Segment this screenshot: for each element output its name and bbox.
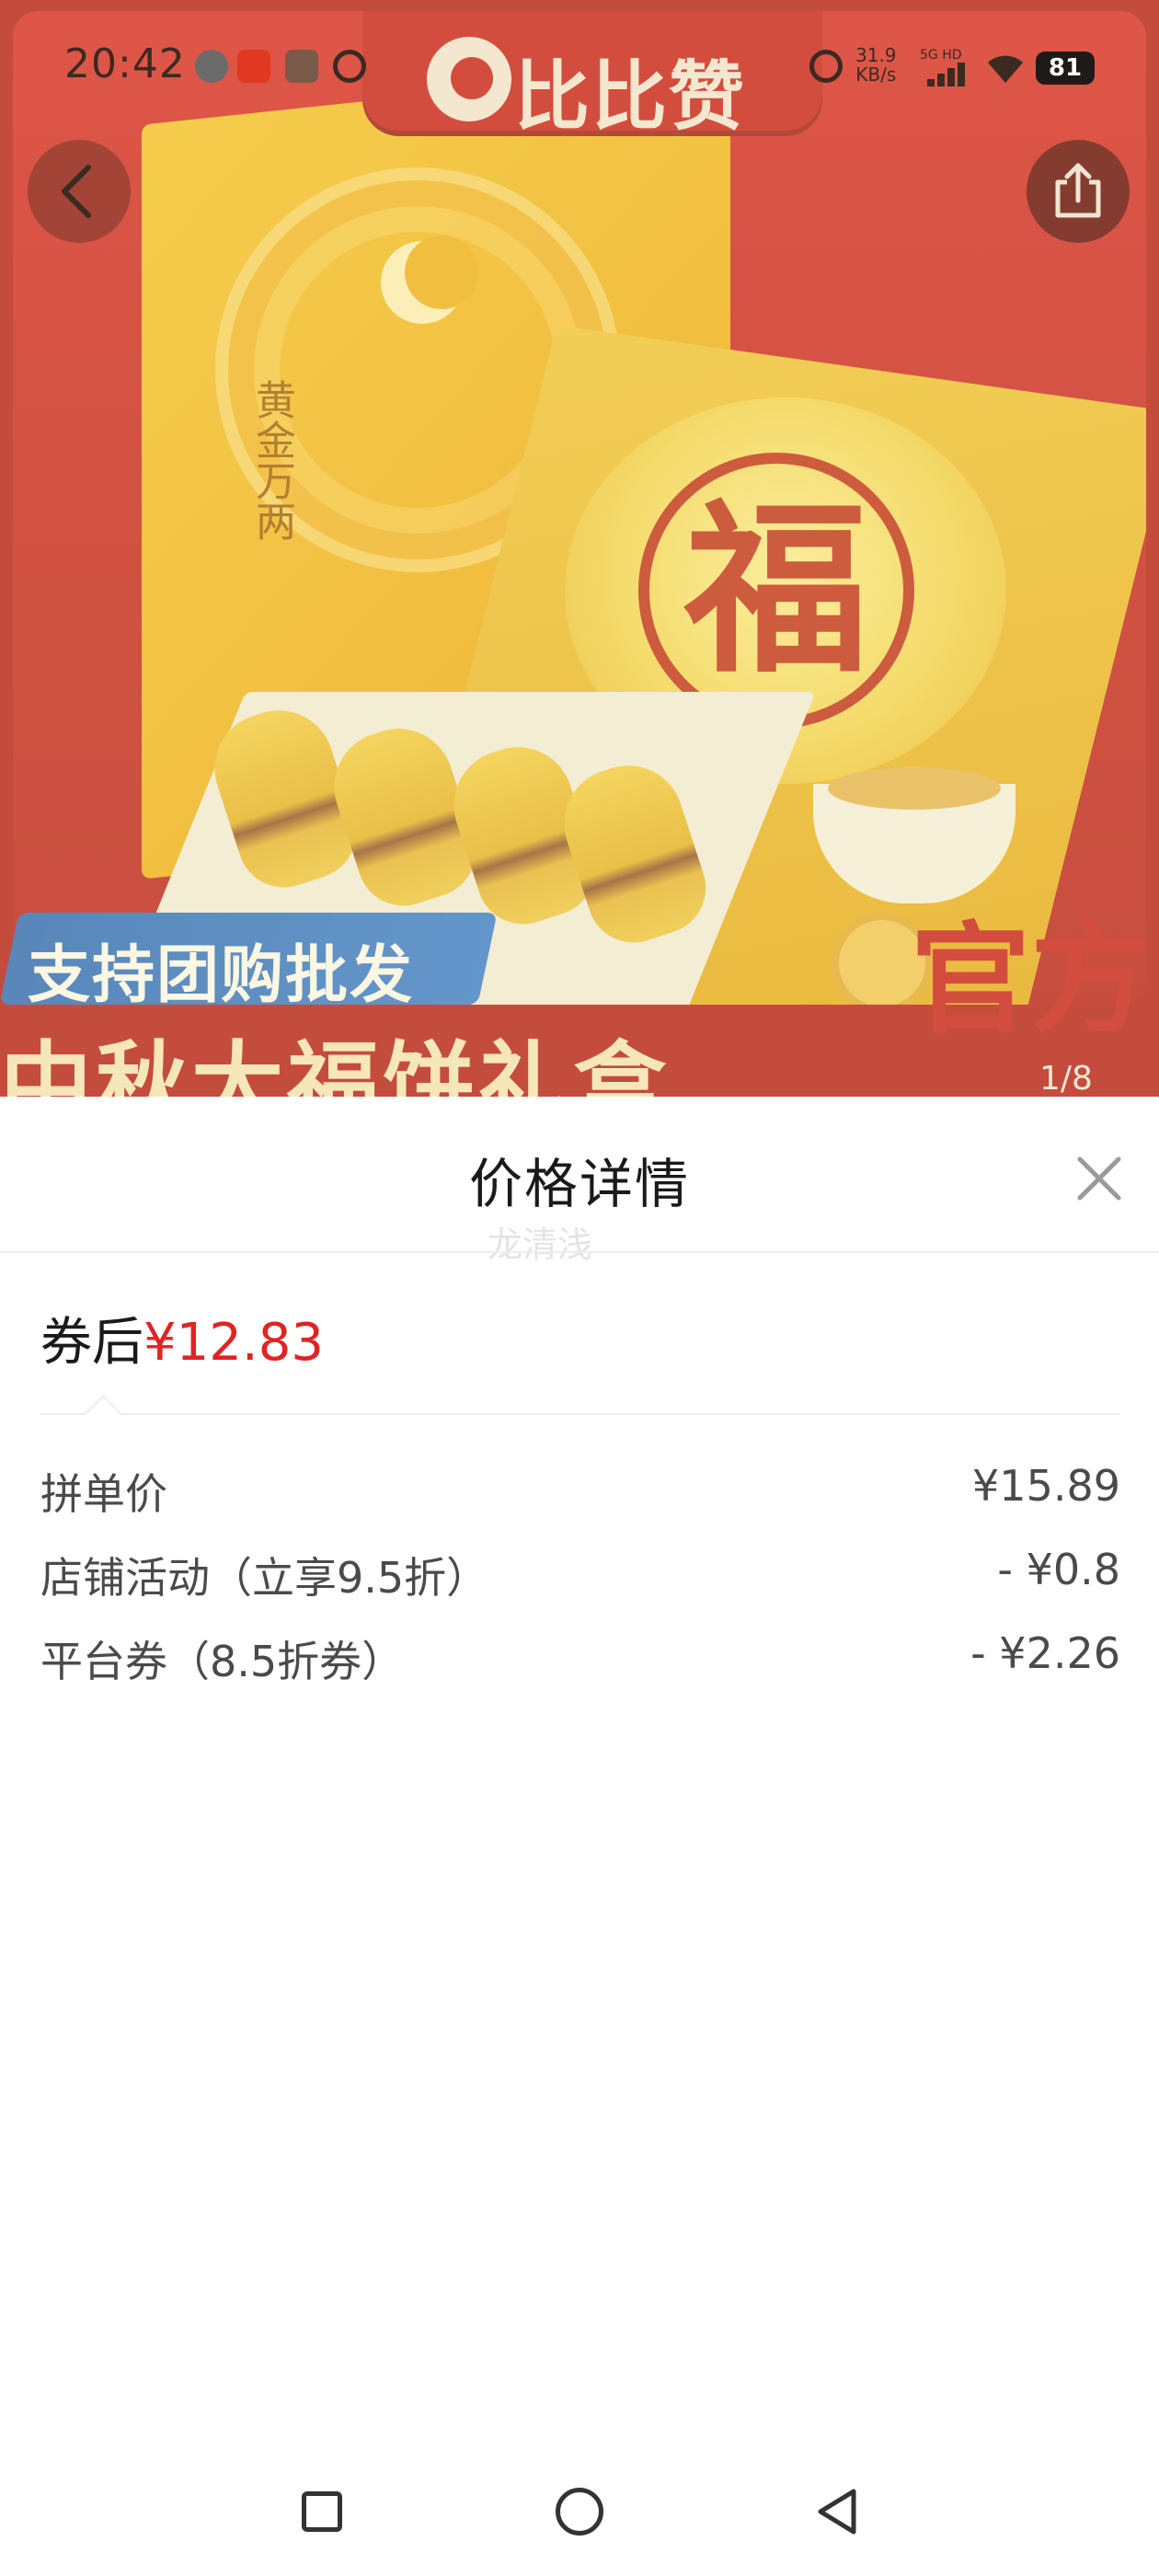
alarm-icon — [809, 50, 843, 83]
price-row: 拼单价 ¥15.89 — [40, 1461, 1120, 1525]
home-button[interactable] — [556, 2488, 603, 2536]
wifi-icon — [988, 55, 1023, 83]
share-icon — [1055, 163, 1101, 218]
network-type: 5G HD — [920, 48, 962, 63]
price-detail-sheet: 价格详情 龙清浅 券后¥12.83 拼单价 ¥15.89 店铺活动（立享9.5折… — [0, 1097, 1159, 2576]
watermark: 龙清浅 — [488, 1225, 593, 1265]
after-coupon-price: 券后¥12.83 — [40, 1301, 324, 1375]
signal-icon — [927, 63, 968, 86]
network-speed-value: 31.9 — [855, 44, 897, 66]
after-coupon-amount: ¥12.83 — [143, 1313, 324, 1373]
network-speed: 31.9 KB/s — [855, 46, 897, 85]
price-row: 店铺活动（立享9.5折） - ¥0.8 — [40, 1545, 1120, 1609]
price-row-value: ¥15.89 — [972, 1461, 1120, 1511]
image-page-indicator: 1/8 — [1039, 1060, 1093, 1097]
game-notification-icon — [285, 50, 318, 83]
network-speed-unit: KB/s — [855, 63, 897, 86]
price-row-label: 拼单价 — [40, 1469, 167, 1519]
price-row-label: 店铺活动（立享9.5折） — [40, 1553, 489, 1603]
price-row-value: - ¥2.26 — [970, 1628, 1120, 1678]
system-nav-bar — [0, 2466, 1159, 2558]
dim-overlay[interactable] — [0, 0, 1159, 1097]
recent-apps-button[interactable] — [302, 2491, 342, 2532]
product-image-carousel[interactable]: 黄金万两 福 比比赞 支持团购批发 官方 中秋大福饼礼盒 20:42 31.9 … — [0, 0, 1159, 1097]
back-button[interactable] — [28, 140, 131, 243]
status-time: 20:42 — [64, 40, 186, 87]
price-row: 平台券（8.5折券） - ¥2.26 — [40, 1628, 1120, 1693]
close-button[interactable] — [1067, 1146, 1131, 1211]
app-notification-icon — [237, 50, 270, 83]
sync-icon — [333, 50, 366, 83]
nav-back-button[interactable] — [813, 2486, 861, 2537]
wechat-icon — [195, 50, 228, 83]
price-row-label: 平台券（8.5折券） — [40, 1637, 405, 1686]
price-divider — [40, 1413, 1120, 1415]
sheet-title: 价格详情 — [468, 1153, 690, 1215]
price-row-value: - ¥0.8 — [997, 1545, 1120, 1594]
chevron-left-icon — [62, 165, 91, 218]
share-button[interactable] — [1027, 140, 1130, 243]
battery-indicator: 81 — [1036, 52, 1095, 85]
divider-notch — [85, 1395, 121, 1432]
close-icon — [1077, 1156, 1121, 1201]
header-divider — [0, 1251, 1159, 1253]
after-coupon-label: 券后 — [40, 1313, 143, 1373]
screen: 黄金万两 福 比比赞 支持团购批发 官方 中秋大福饼礼盒 20:42 31.9 … — [0, 0, 1159, 2576]
status-bar: 20:42 31.9 KB/s 5G HD 81 — [0, 40, 1159, 96]
